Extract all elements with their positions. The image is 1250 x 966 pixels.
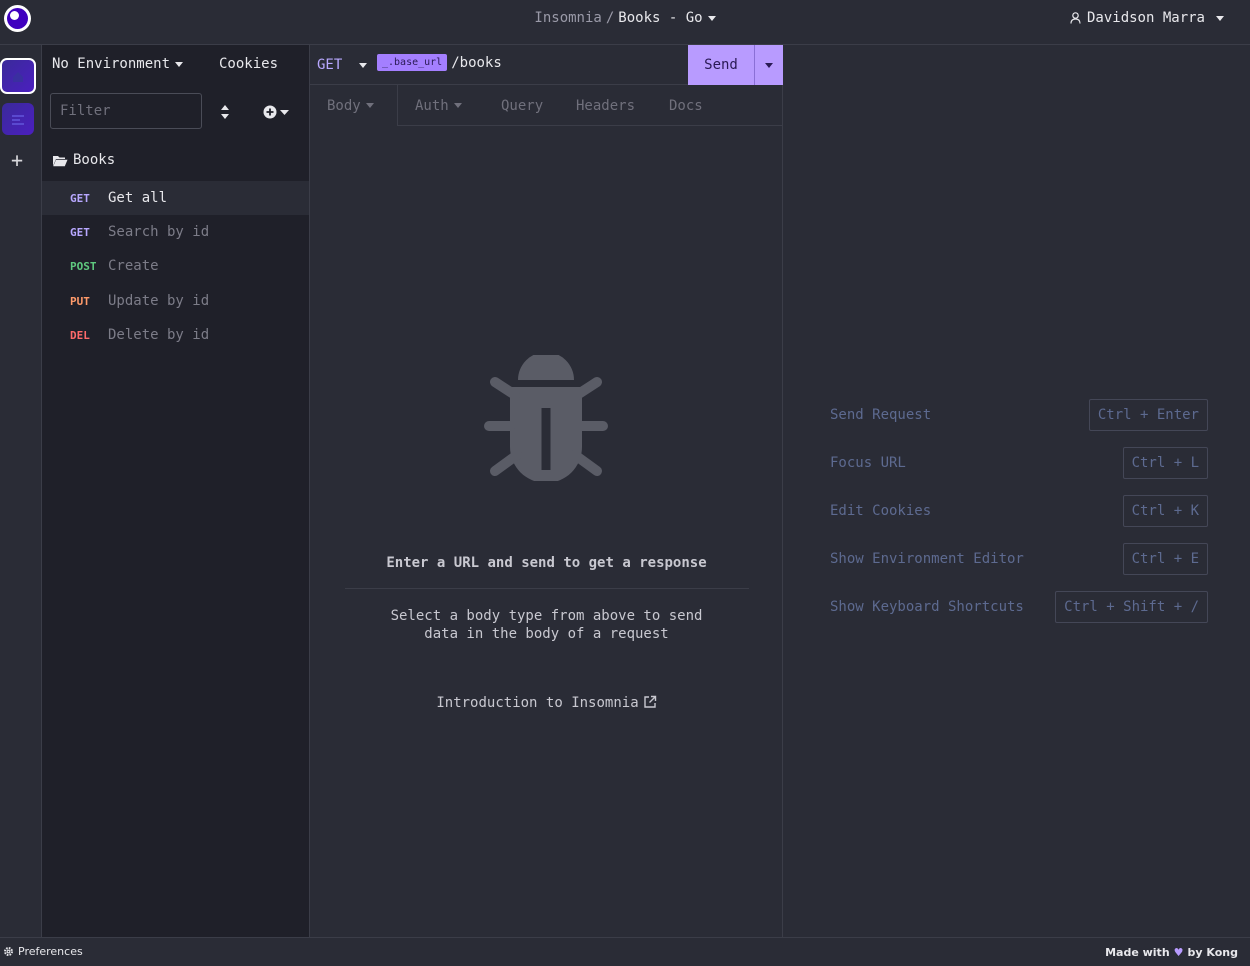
method-label: GET	[317, 57, 343, 73]
sidebar: No Environment Cookies Books GET Get all…	[42, 45, 309, 937]
chevron-down-icon	[365, 103, 374, 108]
shortcut-key: Ctrl + E	[1122, 543, 1208, 575]
tab-body[interactable]: Body	[327, 85, 374, 126]
shortcut-label: Focus URL	[830, 455, 906, 471]
project-name: Books - Go	[618, 10, 703, 26]
gear-icon	[3, 946, 14, 957]
sort-icon[interactable]	[218, 104, 232, 120]
introduction-link[interactable]: Introduction to Insomnia	[310, 695, 783, 711]
tab-label: Auth	[415, 97, 449, 114]
method-badge: PUT	[70, 294, 90, 308]
chevron-down-icon	[707, 15, 716, 21]
workspace-rail: +	[0, 45, 42, 937]
request-name: Update by id	[108, 293, 210, 309]
request-item-search-by-id[interactable]: GET Search by id	[42, 215, 309, 249]
environment-label: No Environment	[52, 56, 171, 72]
url-path: /books	[451, 54, 502, 71]
url-variable-chip[interactable]: _.base_url	[377, 54, 448, 71]
by-kong-label: by Kong	[1187, 946, 1238, 959]
tab-docs[interactable]: Docs	[669, 85, 703, 126]
shortcut-key: Ctrl + Shift + /	[1055, 591, 1208, 623]
plus-icon[interactable]: +	[9, 150, 25, 170]
folder-label: Books	[73, 152, 116, 168]
url-bar: GET _.base_url /books Send	[310, 45, 783, 85]
empty-state-line-1: Select a body type from above to send	[390, 608, 703, 624]
request-item-update-by-id[interactable]: PUT Update by id	[42, 284, 309, 318]
shortcut-key: Ctrl + K	[1122, 495, 1208, 527]
tab-underline	[397, 125, 783, 126]
shortcut-row: Edit Cookies Ctrl + K	[830, 495, 1208, 527]
heart-icon: ♥	[1173, 946, 1184, 959]
breadcrumb-separator: /	[605, 10, 615, 26]
tab-divider	[397, 85, 398, 126]
environment-selector[interactable]: No Environment	[52, 56, 184, 72]
request-tabs: Body Auth Query Headers Docs	[310, 85, 783, 126]
request-item-get-all[interactable]: GET Get all	[42, 181, 309, 215]
shortcut-key: Ctrl + L	[1122, 447, 1208, 479]
tab-auth[interactable]: Auth	[415, 85, 462, 126]
shortcut-label: Show Keyboard Shortcuts	[830, 599, 1024, 615]
user-icon	[1070, 12, 1081, 24]
empty-state-line-2: data in the body of a request	[424, 626, 669, 642]
bug-icon	[484, 355, 608, 481]
shortcut-row: Show Keyboard Shortcuts Ctrl + Shift + /	[830, 591, 1208, 623]
made-with-label: Made with	[1105, 946, 1170, 959]
request-name: Create	[108, 258, 159, 274]
method-badge: DEL	[70, 328, 90, 342]
preferences-label: Preferences	[18, 945, 83, 958]
made-with-credit[interactable]: Made with ♥ by Kong	[1105, 946, 1238, 959]
method-badge: POST	[70, 259, 97, 273]
empty-state-subtitle: Select a body type from above to send da…	[310, 607, 783, 643]
external-link-icon	[643, 695, 656, 708]
shortcut-label: Edit Cookies	[830, 503, 932, 519]
tab-query[interactable]: Query	[501, 85, 543, 126]
request-item-delete-by-id[interactable]: DEL Delete by id	[42, 318, 309, 352]
request-item-create[interactable]: POST Create	[42, 249, 309, 283]
chevron-down-icon	[175, 61, 184, 67]
filter-input[interactable]	[50, 93, 202, 129]
method-badge: GET	[70, 191, 90, 205]
request-name: Search by id	[108, 224, 210, 240]
top-bar: Insomnia / Books - Go Davidson Marra	[0, 0, 1250, 45]
send-button[interactable]: Send	[688, 45, 755, 85]
preferences-button[interactable]: Preferences	[3, 945, 83, 958]
chevron-down-icon	[453, 103, 462, 108]
introduction-link-label: Introduction to Insomnia	[436, 695, 639, 711]
breadcrumb-app[interactable]: Insomnia	[534, 10, 601, 26]
request-name: Get all	[108, 190, 168, 206]
send-options-button[interactable]	[755, 45, 783, 85]
home-icon[interactable]	[0, 58, 36, 94]
cookies-button[interactable]: Cookies	[219, 56, 278, 72]
workspace-icon[interactable]	[2, 103, 34, 135]
method-badge: GET	[70, 225, 90, 239]
url-input[interactable]: _.base_url /books	[377, 54, 502, 71]
response-pane: Send Request Ctrl + Enter Focus URL Ctrl…	[783, 45, 1250, 937]
shortcut-label: Send Request	[830, 407, 932, 423]
shortcut-row: Send Request Ctrl + Enter	[830, 399, 1208, 431]
chevron-down-icon	[359, 62, 368, 68]
add-request-icon[interactable]	[262, 104, 292, 120]
method-dropdown[interactable]: GET	[317, 57, 368, 73]
user-menu[interactable]: Davidson Marra	[1070, 10, 1224, 26]
tab-headers[interactable]: Headers	[576, 85, 635, 126]
folder-open-icon	[53, 155, 68, 166]
shortcut-key: Ctrl + Enter	[1088, 399, 1208, 431]
user-name: Davidson Marra	[1086, 10, 1205, 26]
chevron-down-icon	[1216, 15, 1224, 21]
request-pane: GET _.base_url /books Send Body Auth Que…	[309, 45, 783, 937]
empty-state-title: Enter a URL and send to get a response	[386, 555, 707, 571]
breadcrumb-project[interactable]: Books - Go	[618, 10, 716, 26]
divider	[345, 588, 749, 589]
breadcrumb: Insomnia / Books - Go	[0, 10, 1250, 26]
folder-books[interactable]: Books	[52, 152, 115, 168]
shortcut-row: Show Environment Editor Ctrl + E	[830, 543, 1208, 575]
tab-label: Body	[327, 97, 361, 114]
chevron-down-icon	[765, 62, 773, 68]
request-name: Delete by id	[108, 327, 210, 343]
shortcut-row: Focus URL Ctrl + L	[830, 447, 1208, 479]
status-bar: Preferences Made with ♥ by Kong	[0, 937, 1250, 966]
shortcut-label: Show Environment Editor	[830, 551, 1024, 567]
